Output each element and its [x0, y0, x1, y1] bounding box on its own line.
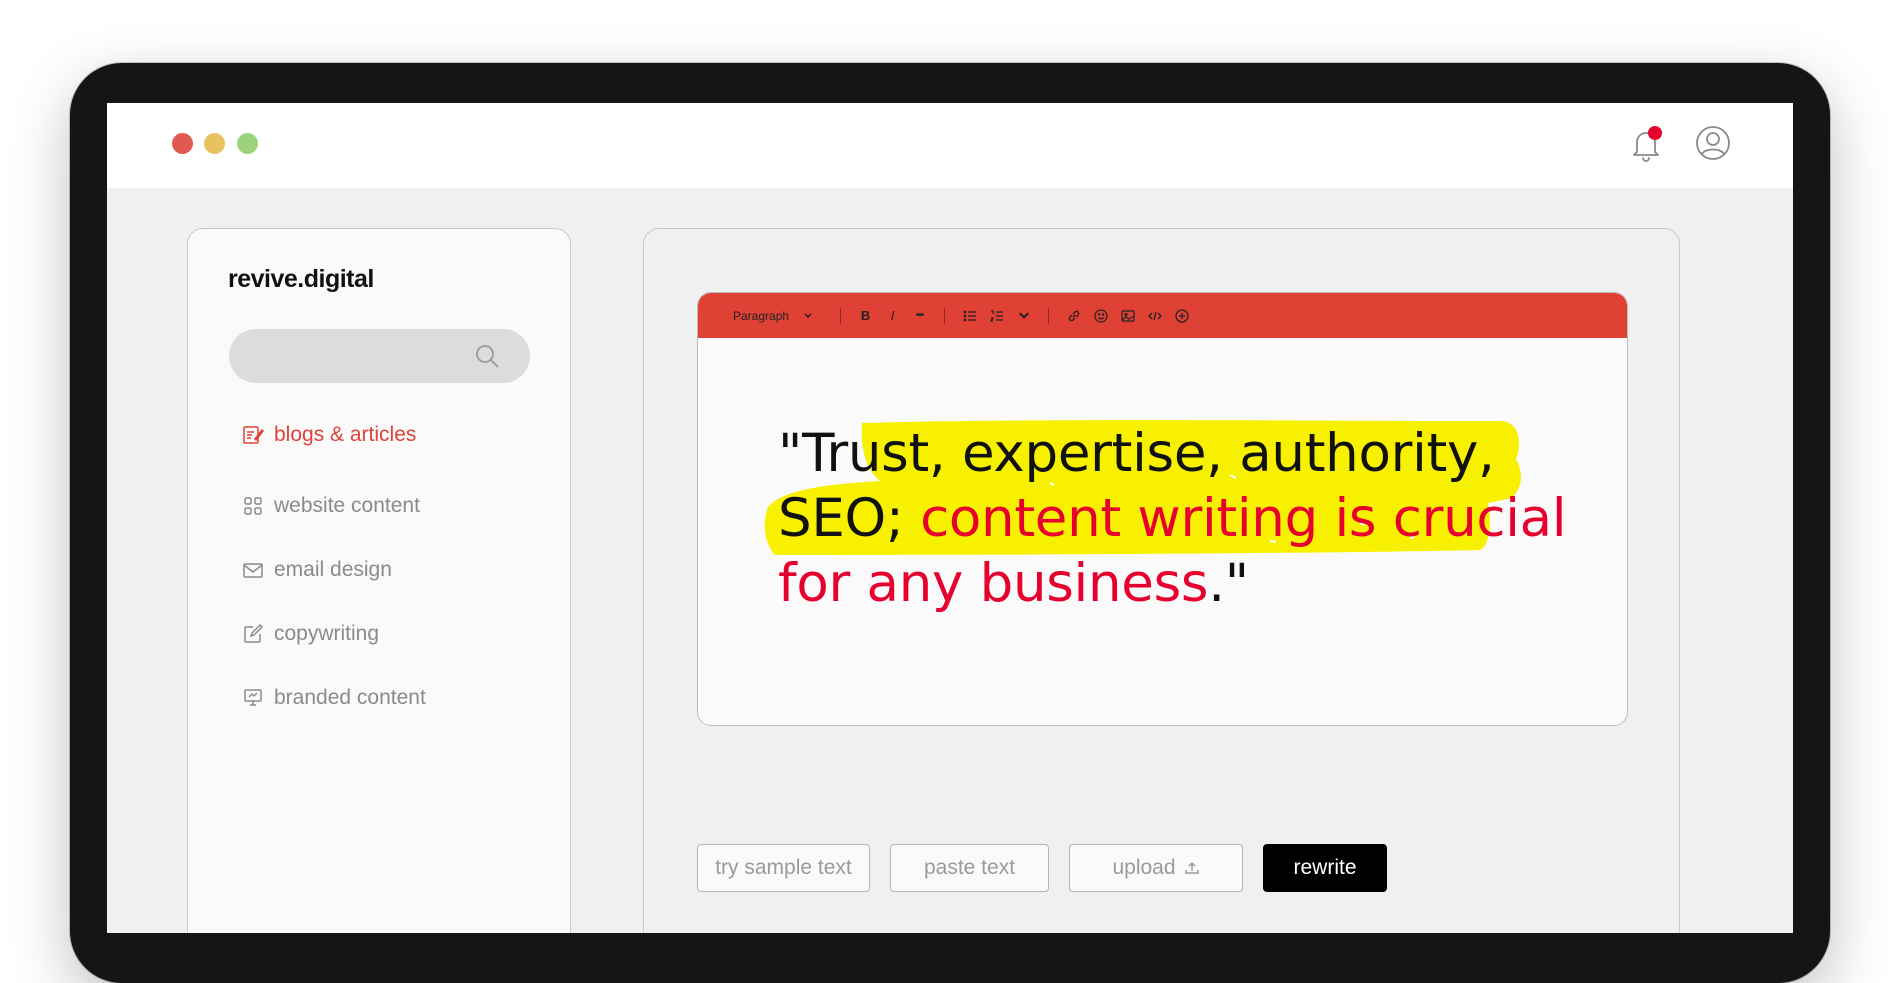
plus-circle-icon: [1174, 308, 1189, 323]
more-options-button[interactable]: •••: [906, 302, 933, 329]
toolbar-divider: [1048, 307, 1050, 324]
link-icon: [1068, 310, 1079, 321]
numbered-list-icon: [989, 309, 1003, 322]
emoji-button[interactable]: [1087, 302, 1114, 329]
rewrite-button[interactable]: rewrite: [1263, 844, 1387, 892]
quote-block: "Trust, expertise, authority, SEO; conte…: [750, 363, 1570, 614]
paste-text-button[interactable]: paste text: [890, 844, 1049, 892]
link-button[interactable]: [1060, 302, 1087, 329]
main-panel: Paragraph B I ••• "Trust, expertise, aut…: [643, 228, 1680, 933]
sidebar-item-website-content[interactable]: website content: [242, 491, 420, 521]
app-window: revive.digital blogs & articles website …: [107, 103, 1793, 933]
code-icon: [1147, 311, 1162, 320]
sidebar-item-copywriting[interactable]: copywriting: [242, 619, 379, 649]
paragraph-style-select[interactable]: Paragraph: [733, 309, 813, 323]
code-button[interactable]: [1141, 302, 1168, 329]
sidebar-item-branded-content[interactable]: branded content: [242, 683, 426, 713]
try-sample-text-button[interactable]: try sample text: [697, 844, 870, 892]
sidebar-item-email-design[interactable]: email design: [242, 555, 392, 585]
image-button[interactable]: [1114, 302, 1141, 329]
grid-icon: [244, 497, 262, 515]
pencil-square-icon: [244, 623, 264, 643]
emoji-icon: [1093, 308, 1108, 323]
bullet-list-icon: [963, 310, 976, 321]
title-bar: [107, 103, 1793, 188]
image-icon: [1120, 309, 1135, 322]
insert-button[interactable]: [1168, 302, 1195, 329]
brand-logo: revive.digital: [228, 265, 374, 293]
quote-text: "Trust, expertise, authority, SEO; conte…: [778, 421, 1578, 616]
toolbar-divider: [944, 307, 946, 324]
bold-button[interactable]: B: [852, 302, 879, 329]
monitor-icon: [244, 689, 262, 706]
sidebar-item-label: blogs & articles: [274, 423, 417, 446]
action-buttons: try sample text paste text upload rewrit…: [697, 844, 1387, 892]
search-icon: [476, 345, 499, 368]
sidebar-item-blogs[interactable]: blogs & articles: [242, 420, 416, 450]
sidebar-item-label: branded content: [274, 686, 426, 709]
paragraph-style-label: Paragraph: [733, 308, 790, 323]
chevron-down-icon: [1018, 311, 1029, 319]
quote-text-end: .": [1208, 553, 1249, 614]
sidebar-item-label: website content: [274, 494, 420, 517]
rich-text-editor[interactable]: Paragraph B I ••• "Trust, expertise, aut…: [697, 292, 1628, 726]
window-maximize-dot[interactable]: [237, 133, 258, 154]
envelope-icon: [243, 563, 263, 578]
bullet-list-button[interactable]: [956, 302, 983, 329]
numbered-list-button[interactable]: [983, 302, 1010, 329]
sidebar: revive.digital blogs & articles website …: [187, 228, 571, 933]
editor-toolbar: Paragraph B I •••: [698, 293, 1627, 338]
upload-label: upload: [1112, 856, 1176, 879]
toolbar-divider: [840, 307, 842, 324]
window-minimize-dot[interactable]: [204, 133, 225, 154]
list-options-dropdown[interactable]: [1010, 302, 1037, 329]
sidebar-item-label: copywriting: [274, 622, 380, 645]
sidebar-item-label: email design: [274, 558, 392, 581]
window-close-dot[interactable]: [172, 133, 193, 154]
search-input[interactable]: [229, 329, 530, 383]
upload-button[interactable]: upload: [1069, 844, 1243, 892]
document-edit-icon: [243, 426, 264, 444]
upload-icon: [1184, 861, 1199, 874]
chevron-down-icon: [804, 312, 812, 318]
notification-badge: [1648, 126, 1662, 140]
user-icon[interactable]: [1695, 125, 1731, 161]
italic-button[interactable]: I: [879, 302, 906, 329]
